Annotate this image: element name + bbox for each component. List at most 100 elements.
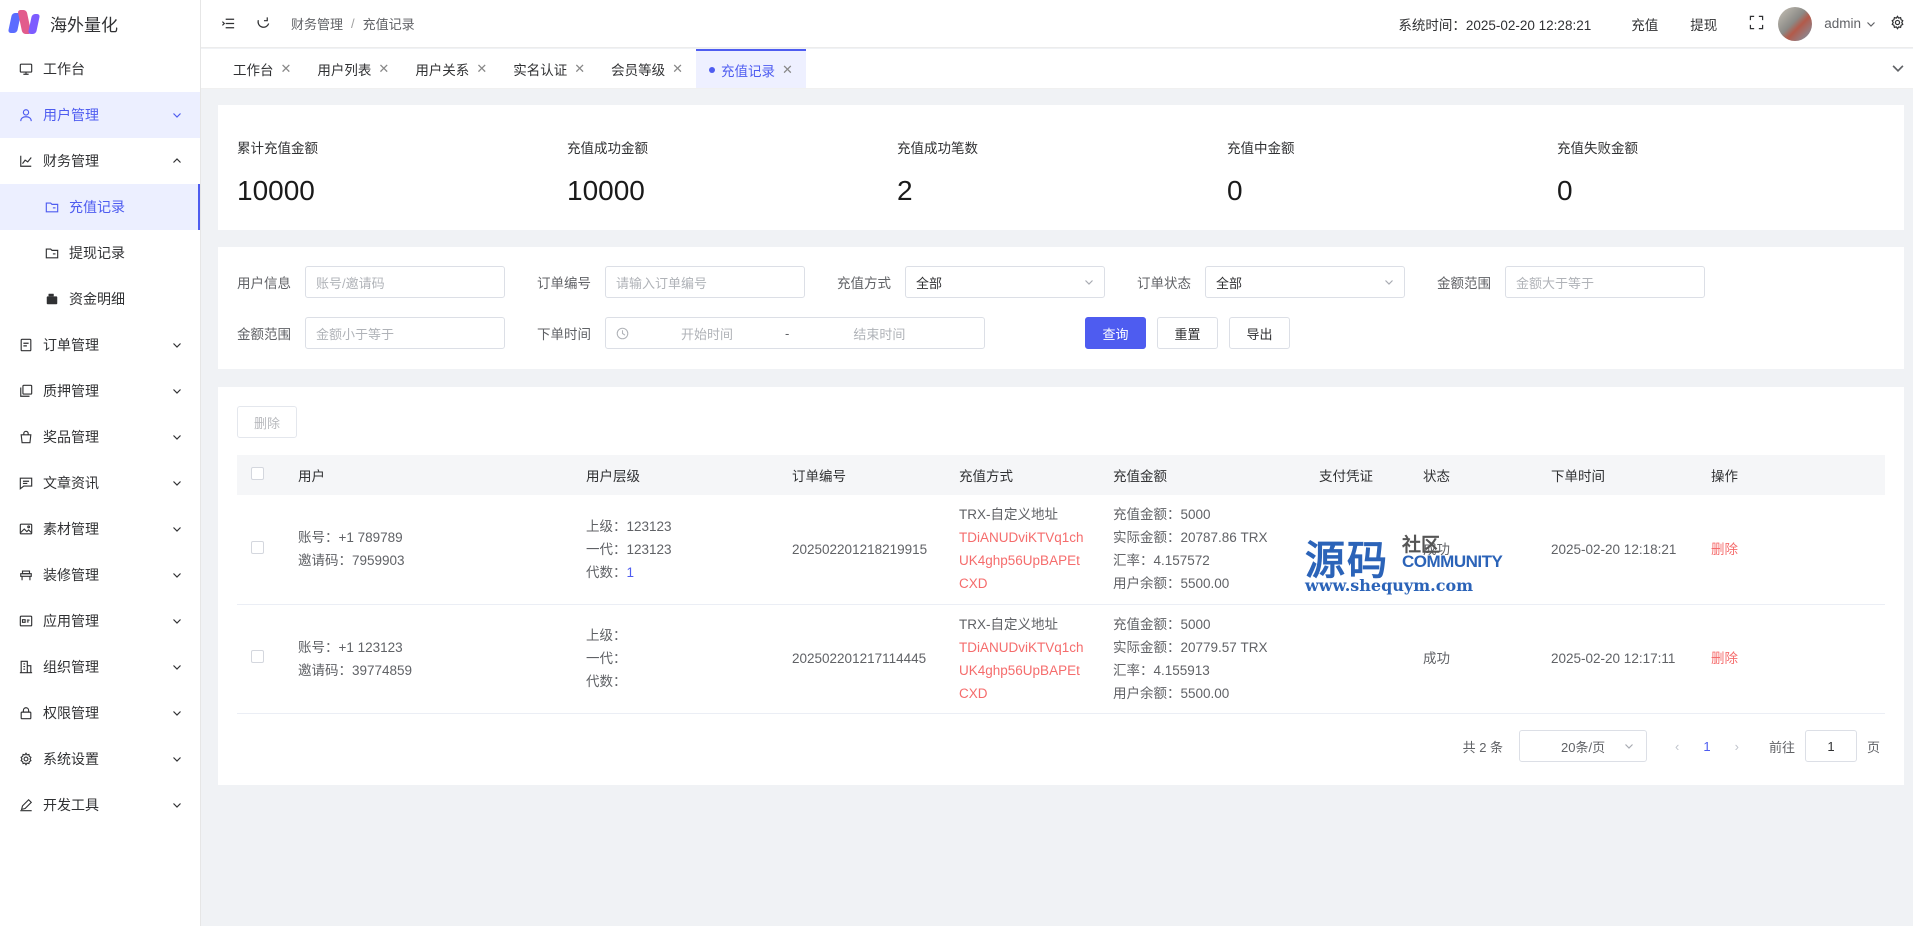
page-size-select[interactable]: 20条/页: [1519, 730, 1648, 762]
actual-amount: 实际金额：20779.57 TRX: [1113, 639, 1268, 655]
sidebar-item-applications[interactable]: 应用管理: [0, 598, 200, 644]
sidebar-item-dev-tools[interactable]: 开发工具: [0, 782, 200, 828]
address-line[interactable]: TDiANUDviKTVq1ch: [959, 636, 1113, 659]
select-all-checkbox[interactable]: [251, 467, 264, 480]
tab-workbench[interactable]: 工作台 ✕: [220, 49, 304, 88]
prev-page-icon[interactable]: ‹: [1675, 739, 1679, 754]
batch-delete-button[interactable]: 删除: [237, 406, 297, 438]
sidebar-item-recharge-records[interactable]: 充值记录: [0, 184, 200, 230]
avatar[interactable]: [1778, 6, 1813, 41]
close-icon[interactable]: ✕: [281, 61, 292, 77]
menu-fold-icon[interactable]: [220, 16, 236, 32]
tab-user-relations[interactable]: 用户关系 ✕: [402, 49, 500, 88]
export-button[interactable]: 导出: [1229, 317, 1290, 349]
chevron-down-icon: [1625, 744, 1633, 749]
stat-value: 0: [1557, 175, 1573, 206]
delete-link[interactable]: 删除: [1711, 495, 1885, 604]
sidebar-item-articles[interactable]: 文章资讯: [0, 460, 200, 506]
sidebar-item-organization[interactable]: 组织管理: [0, 644, 200, 690]
address-line[interactable]: TDiANUDviKTVq1ch: [959, 526, 1113, 549]
withdraw-link[interactable]: 提现: [1690, 14, 1717, 34]
table-row: 账号：+1 789789 邀请码：7959903 上级：123123 一代：12…: [237, 495, 1885, 604]
tab-label: 用户关系: [415, 62, 470, 78]
sidebar-item-fund-details[interactable]: 资金明细: [0, 276, 200, 322]
table-row: 账号：+1 123123 邀请码：39774859 上级： 一代： 代数： 20…: [237, 604, 1885, 713]
sidebar-item-workbench[interactable]: 工作台: [0, 46, 200, 92]
sidebar-item-permissions[interactable]: 权限管理: [0, 690, 200, 736]
chevron-down-icon: [1867, 21, 1875, 27]
order-no-input[interactable]: 请输入订单编号: [605, 266, 805, 298]
breadcrumb: 财务管理 / 充值记录: [291, 14, 415, 33]
order-no: 202502201218219915: [792, 541, 928, 557]
start-time-input[interactable]: 开始时间: [681, 324, 733, 343]
breadcrumb-item[interactable]: 财务管理: [291, 14, 343, 33]
sidebar-item-label: 财务管理: [43, 153, 99, 169]
sidebar-item-orders[interactable]: 订单管理: [0, 322, 200, 368]
close-icon[interactable]: ✕: [476, 61, 487, 77]
address-line[interactable]: UK4ghp56UpBAPEt: [959, 659, 1113, 682]
sidebar-item-decoration[interactable]: 装修管理: [0, 552, 200, 598]
filter-label: 下单时间: [537, 327, 591, 342]
tab-label: 会员等级: [611, 62, 666, 78]
status-text: 成功: [1423, 651, 1450, 666]
row-checkbox[interactable]: [251, 540, 264, 554]
tab-member-level[interactable]: 会员等级 ✕: [598, 49, 696, 88]
sidebar-item-materials[interactable]: 素材管理: [0, 506, 200, 552]
query-button[interactable]: 查询: [1085, 317, 1146, 349]
sidebar-item-label: 奖品管理: [43, 429, 99, 445]
recharge-method: TRX-自定义地址: [959, 507, 1058, 523]
page-number-current[interactable]: 1: [1703, 739, 1710, 754]
next-page-icon[interactable]: ›: [1735, 739, 1739, 754]
tab-recharge-records[interactable]: 充值记录 ✕: [696, 49, 806, 88]
amount-min-input[interactable]: 金额大于等于: [1505, 266, 1705, 298]
chevron-down-icon: [173, 435, 181, 440]
building-icon: [18, 659, 34, 675]
chevron-down-icon: [173, 619, 181, 624]
address-line[interactable]: UK4ghp56UpBAPEt: [959, 549, 1113, 572]
sidebar-item-label: 组织管理: [43, 659, 99, 675]
sidebar-item-system-settings[interactable]: 系统设置: [0, 736, 200, 782]
close-icon[interactable]: ✕: [574, 61, 585, 77]
watermark-community-text: COMMUNITY: [1402, 552, 1503, 571]
delete-link[interactable]: 删除: [1711, 604, 1885, 713]
tab-real-name[interactable]: 实名认证 ✕: [500, 49, 598, 88]
refresh-icon[interactable]: [255, 16, 271, 32]
amount-max-input[interactable]: 金额小于等于: [305, 317, 505, 349]
user-menu[interactable]: admin: [1824, 16, 1876, 31]
address-line[interactable]: CXD: [959, 682, 1113, 705]
status-select[interactable]: 全部: [1205, 266, 1405, 298]
close-icon[interactable]: ✕: [672, 61, 683, 77]
pen-icon: [18, 797, 34, 813]
sidebar-item-user-management[interactable]: 用户管理: [0, 92, 200, 138]
sidebar-item-finance[interactable]: 财务管理: [0, 138, 200, 184]
goto-page-input[interactable]: 1: [1804, 730, 1857, 762]
close-icon[interactable]: ✕: [782, 62, 793, 78]
tab-label: 工作台: [233, 62, 274, 78]
sidebar-menu: 工作台 用户管理 财务管理 充值记录 提现记录 资金明细 订单管理 质押管理 奖…: [0, 46, 200, 828]
generation-label: 代数：: [586, 564, 627, 580]
column-header: 支付凭证: [1319, 469, 1373, 484]
method-select[interactable]: 全部: [905, 266, 1105, 298]
sidebar-item-staking[interactable]: 质押管理: [0, 368, 200, 414]
end-time-input[interactable]: 结束时间: [853, 324, 905, 343]
stat-value: 10000: [567, 175, 645, 206]
filter-label: 金额范围: [237, 327, 291, 342]
generation-value[interactable]: 1: [627, 565, 635, 580]
address-line[interactable]: CXD: [959, 572, 1113, 595]
sidebar-item-withdraw-records[interactable]: 提现记录: [0, 230, 200, 276]
table-card: 删除 用户 用户层级 订单编号 充值方式 充值金额 支付凭证 状态 下单时间 操…: [218, 387, 1904, 785]
page-suffix: 页: [1866, 739, 1880, 755]
sidebar-item-prizes[interactable]: 奖品管理: [0, 414, 200, 460]
user-info-input[interactable]: 账号/邀请码: [305, 266, 505, 298]
tab-user-list[interactable]: 用户列表 ✕: [304, 49, 402, 88]
fullscreen-icon[interactable]: [1749, 15, 1764, 33]
recharge-link[interactable]: 充值: [1631, 14, 1658, 34]
order-time-range[interactable]: 开始时间 - 结束时间: [605, 317, 985, 349]
settings-gear-icon[interactable]: [1890, 14, 1905, 33]
reset-button[interactable]: 重置: [1157, 317, 1218, 349]
chevron-down-icon[interactable]: [1891, 61, 1905, 75]
close-icon[interactable]: ✕: [378, 61, 389, 77]
chevron-down-icon: [173, 803, 181, 808]
row-checkbox[interactable]: [251, 650, 264, 663]
app-logo[interactable]: 海外量化: [0, 0, 200, 46]
